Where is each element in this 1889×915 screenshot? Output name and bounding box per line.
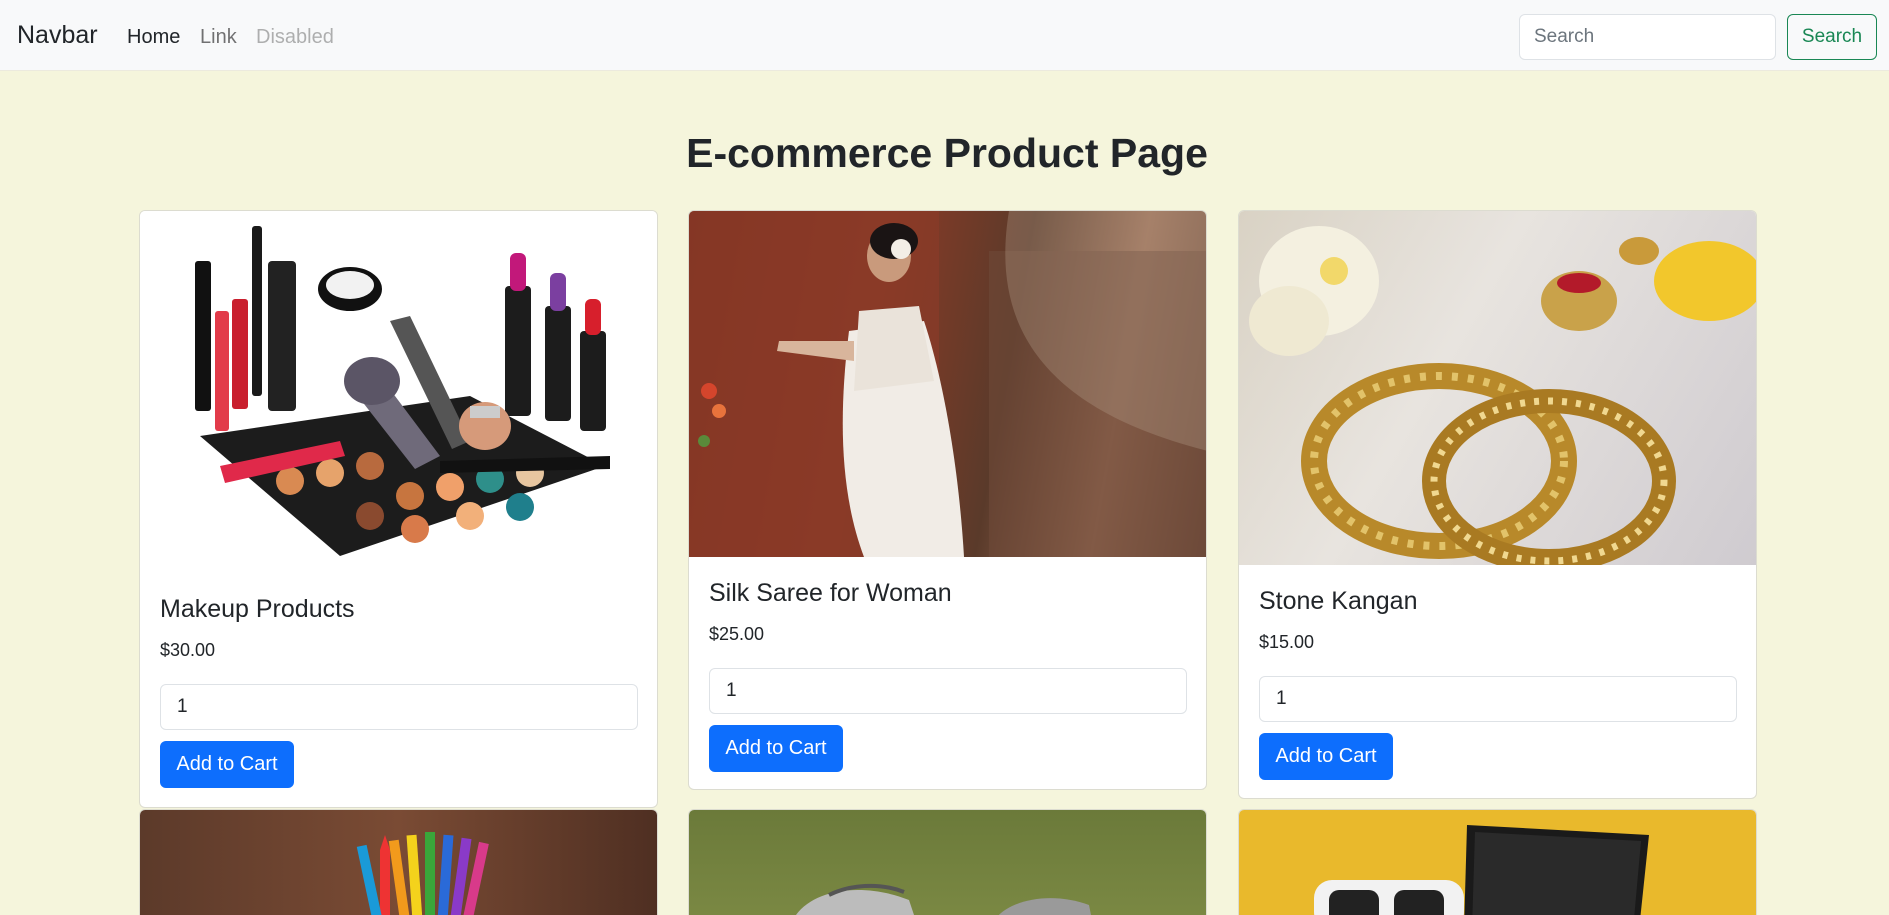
sneakers-image bbox=[689, 810, 1206, 915]
product-price: $15.00 bbox=[1259, 632, 1315, 652]
add-to-cart-button[interactable]: Add to Cart bbox=[709, 725, 843, 772]
product-title: Stone Kangan bbox=[1259, 587, 1418, 615]
navbar: Navbar Home Link Disabled Search bbox=[0, 0, 1889, 71]
quantity-input[interactable] bbox=[160, 684, 638, 730]
product-card: Stone Kangan $15.00 Add to Cart bbox=[1238, 210, 1757, 799]
product-card: Silk Saree for Woman $25.00 Add to Cart bbox=[688, 210, 1207, 790]
colored-pencils-image bbox=[140, 810, 657, 915]
product-card bbox=[1238, 809, 1757, 915]
product-title: Silk Saree for Woman bbox=[709, 579, 952, 607]
product-card: Makeup Products $30.00 Add to Cart bbox=[139, 210, 658, 808]
makeup-products-image bbox=[140, 211, 657, 573]
product-card bbox=[688, 809, 1207, 915]
add-to-cart-button[interactable]: Add to Cart bbox=[160, 741, 294, 788]
quantity-input[interactable] bbox=[709, 668, 1187, 714]
add-to-cart-button[interactable]: Add to Cart bbox=[1259, 733, 1393, 780]
product-card bbox=[139, 809, 658, 915]
silk-saree-image bbox=[689, 211, 1206, 557]
navbar-brand[interactable]: Navbar bbox=[17, 21, 98, 50]
nav-link-home[interactable]: Home bbox=[127, 26, 180, 49]
nav-link-link[interactable]: Link bbox=[200, 26, 237, 49]
stone-kangan-image bbox=[1239, 211, 1756, 565]
page-title: E-commerce Product Page bbox=[686, 130, 1208, 176]
search-button[interactable]: Search bbox=[1787, 14, 1877, 60]
product-price: $30.00 bbox=[160, 640, 216, 660]
search-input[interactable] bbox=[1519, 14, 1776, 60]
nav-link-disabled: Disabled bbox=[256, 26, 334, 48]
vr-headset-laptop-image bbox=[1239, 810, 1756, 915]
quantity-input[interactable] bbox=[1259, 676, 1737, 722]
product-price: $25.00 bbox=[709, 624, 765, 644]
product-title: Makeup Products bbox=[160, 595, 355, 623]
